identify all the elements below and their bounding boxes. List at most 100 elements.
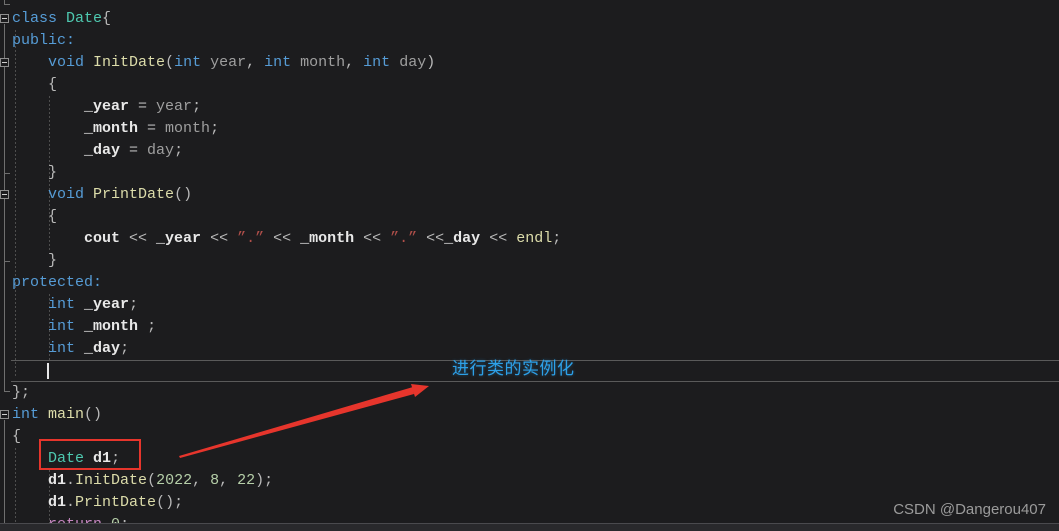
code-token: day — [390, 54, 427, 71]
code-token: main — [48, 406, 85, 423]
watermark: CSDN @Dangerou407 — [893, 501, 1046, 518]
code-token: () — [174, 186, 193, 203]
code-token: year — [201, 54, 247, 71]
horizontal-scrollbar[interactable] — [0, 523, 1059, 531]
code-token: ; — [192, 98, 202, 115]
code-token: int — [48, 340, 76, 357]
fold-marker-printdate[interactable] — [0, 190, 9, 199]
code-line-13[interactable]: protected: — [12, 272, 561, 294]
code-token: 8 — [210, 472, 220, 489]
code-token: Date — [66, 10, 103, 27]
code-token: = — [138, 120, 166, 137]
code-token: ); — [255, 472, 274, 489]
code-line-19[interactable]: int main() — [12, 404, 561, 426]
code-token: public: — [12, 32, 76, 49]
code-token: void — [48, 186, 85, 203]
code-token: << — [264, 230, 301, 247]
code-token: InitDate — [93, 54, 166, 71]
code-token: _day — [84, 142, 121, 159]
code-token: endl — [516, 230, 553, 247]
code-line-6[interactable]: _month = month; — [12, 118, 561, 140]
callout-text: 进行类的实例化 — [452, 359, 575, 379]
code-line-22[interactable]: d1.InitDate(2022, 8, 22); — [12, 470, 561, 492]
code-token: d1 — [48, 472, 67, 489]
fold-marker-class[interactable] — [0, 14, 9, 23]
code-token: _year — [84, 296, 130, 313]
code-token: 2022 — [156, 472, 193, 489]
code-line-1[interactable]: class Date{ — [12, 8, 561, 30]
code-line-23[interactable]: d1.PrintDate(); — [12, 492, 561, 514]
code-token: { — [12, 428, 22, 445]
code-token: ; — [174, 142, 184, 159]
code-token: { — [102, 10, 112, 27]
code-line-10[interactable]: { — [12, 206, 561, 228]
code-token: ; — [210, 120, 220, 137]
fold-line — [4, 420, 5, 531]
highlight-box-annotation — [39, 439, 141, 470]
code-line-2[interactable]: public: — [12, 30, 561, 52]
code-token: ; — [120, 340, 130, 357]
code-token: _month — [300, 230, 355, 247]
code-token: , — [219, 472, 238, 489]
code-token: . — [66, 494, 76, 511]
code-token: _month — [84, 318, 139, 335]
code-token: } — [12, 164, 58, 181]
text-cursor — [47, 363, 49, 379]
code-token: _day — [444, 230, 481, 247]
code-token: int — [48, 296, 76, 313]
code-token: cout — [84, 230, 121, 247]
code-line-4[interactable]: { — [12, 74, 561, 96]
code-token: { — [12, 208, 58, 225]
code-token: ; — [138, 318, 157, 335]
code-token: d1 — [48, 494, 67, 511]
code-line-7[interactable]: _day = day; — [12, 140, 561, 162]
code-token: // — [12, 0, 30, 5]
code-token: InitDate — [75, 472, 148, 489]
fold-line-corner — [4, 261, 10, 262]
code-token: << — [354, 230, 391, 247]
code-line-11[interactable]: cout << _year << ”.” << _month << ”.” <<… — [12, 228, 561, 250]
code-token: 22 — [237, 472, 256, 489]
code-line-5[interactable]: _year = year; — [12, 96, 561, 118]
fold-marker-initdate[interactable] — [0, 58, 9, 67]
code-token: ”.” — [390, 230, 418, 247]
code-line-8[interactable]: } — [12, 162, 561, 184]
code-line-9[interactable]: void PrintDate() — [12, 184, 561, 206]
code-line-12[interactable]: } — [12, 250, 561, 272]
code-token: month — [165, 120, 211, 137]
code-token: year — [156, 98, 193, 115]
code-line-14[interactable]: int _year; — [12, 294, 561, 316]
code-token: int — [363, 54, 391, 71]
code-token: << — [201, 230, 238, 247]
code-line-0[interactable]: // — [12, 0, 561, 8]
code-token: = — [129, 98, 157, 115]
fold-marker-main[interactable] — [0, 410, 9, 419]
code-token: ; — [129, 296, 139, 313]
code-token: day — [147, 142, 175, 159]
code-line-18[interactable]: }; — [12, 382, 561, 404]
fold-line-corner — [4, 391, 10, 392]
code-token: . — [66, 472, 76, 489]
code-token: PrintDate — [93, 186, 175, 203]
code-token: _year — [84, 98, 130, 115]
code-token: (); — [156, 494, 184, 511]
code-token: ( — [147, 472, 157, 489]
code-line-3[interactable]: void InitDate(int year, int month, int d… — [12, 52, 561, 74]
code-line-15[interactable]: int _month ; — [12, 316, 561, 338]
code-token: class — [12, 10, 58, 27]
code-editor[interactable]: //class Date{public: void InitDate(int y… — [0, 0, 1059, 531]
